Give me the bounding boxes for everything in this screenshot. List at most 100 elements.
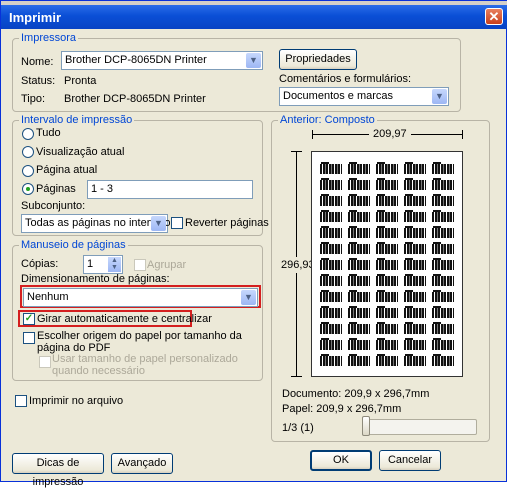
preview-label-cell [376,274,398,286]
preview-label-cell [376,162,398,174]
preview-label-cell [320,274,342,286]
paper-source-checkbox[interactable] [23,332,35,344]
pages-input[interactable]: 1 - 3 [87,180,253,199]
subset-value: Todas as páginas no intervalo [25,217,171,229]
printer-legend: Impressora [19,32,79,44]
radio-pages-label[interactable]: Páginas [36,183,76,195]
preview-label-cell [348,306,370,318]
page-slider-thumb[interactable] [362,416,370,436]
paper-size: Papel: 209,9 x 296,7mm [282,403,402,415]
preview-label-cell [404,322,426,334]
scaling-value: Nenhum [27,291,69,303]
cancel-button[interactable]: Cancelar [379,450,441,471]
copies-stepper[interactable]: 1 ▲ ▼ [83,255,123,274]
preview-label-cell [348,210,370,222]
height-arrow-top [291,151,302,152]
preview-label-cell [376,226,398,238]
auto-rotate-label[interactable]: Girar automaticamente e centralizar [37,313,212,325]
preview-label-cell [320,194,342,206]
preview-label-cell [320,290,342,302]
custom-size-label[interactable]: Usar tamanho de papel personalizado quan… [52,353,262,377]
collate-checkbox[interactable] [134,259,146,271]
preview-label-cell [376,194,398,206]
preview-label-cell [404,242,426,254]
preview-label-cell [348,322,370,334]
print-to-file-checkbox[interactable] [15,395,27,407]
scaling-label: Dimensionamento de páginas: [21,273,170,285]
radio-current-view[interactable] [22,146,34,158]
height-arrow-bottom [291,376,302,377]
close-button[interactable]: ✕ [485,8,503,25]
printer-name-select[interactable]: Brother DCP-8065DN Printer ▼ [61,51,263,70]
scaling-select[interactable]: Nenhum ▼ [23,288,258,307]
subset-label: Subconjunto: [21,200,86,212]
preview-page [311,151,463,377]
page-slider[interactable] [363,419,477,435]
reverse-pages-checkbox[interactable] [171,217,183,229]
title-bar[interactable]: Imprimir ✕ [1,5,507,29]
advanced-button[interactable]: Avançado [111,453,173,474]
preview-label-cell [404,178,426,190]
radio-all-label[interactable]: Tudo [36,127,61,139]
chevron-down-icon: ▼ [241,290,256,305]
copies-label: Cópias: [21,258,59,270]
width-arrow-right [462,130,463,139]
preview-label-cell [320,178,342,190]
preview-label-cell [348,354,370,366]
preview-label-cell [348,274,370,286]
paper-source-label[interactable]: Escolher origem do papel por tamanho da … [37,330,261,354]
document-size: Documento: 209,9 x 296,7mm [282,388,430,400]
preview-label-cell [376,354,398,366]
preview-label-cell [432,242,454,254]
preview-label-cell [404,210,426,222]
preview-label-cell [432,338,454,350]
preview-label-cell [404,274,426,286]
radio-pages[interactable] [22,183,34,195]
properties-button[interactable]: Propriedades [279,49,357,70]
radio-all[interactable] [22,128,34,140]
printer-name-value: Brother DCP-8065DN Printer [65,54,207,66]
preview-label-cell [348,290,370,302]
comments-select[interactable]: Documentos e marcas ▼ [279,87,449,106]
subset-select[interactable]: Todas as páginas no intervalo ▼ [21,214,171,233]
reverse-pages-label[interactable]: Reverter páginas [185,217,269,229]
comments-value: Documentos e marcas [283,90,394,102]
preview-label-cell [432,162,454,174]
preview-label-cell [348,242,370,254]
printer-status-label: Status: [21,75,56,87]
preview-label-cell [320,242,342,254]
custom-size-checkbox[interactable] [39,356,51,368]
print-tips-button[interactable]: Dicas de impressão [12,453,104,488]
preview-label-cell [432,258,454,270]
preview-label-cell [320,210,342,222]
preview-label-cell [320,306,342,318]
preview-label-cell [348,178,370,190]
collate-label[interactable]: Agrupar [147,259,186,271]
comments-label: Comentários e formulários: [279,73,412,85]
preview-label-cell [348,194,370,206]
preview-label-cell [320,226,342,238]
radio-current-view-label[interactable]: Visualização atual [36,146,124,158]
preview-height: 296,93 [281,257,315,273]
preview-label-cell [376,242,398,254]
preview-label-cell [404,306,426,318]
preview-label-cell [404,290,426,302]
preview-label-cell [348,258,370,270]
stepper-arrows-icon[interactable]: ▲ ▼ [108,257,121,272]
chevron-down-icon: ▼ [246,53,261,68]
preview-label-cell [348,226,370,238]
auto-rotate-checkbox[interactable]: ✓ [23,313,35,325]
preview-label-cell [376,322,398,334]
print-to-file-label[interactable]: Imprimir no arquivo [29,395,123,407]
preview-label-cell [404,162,426,174]
preview-label-cell [320,322,342,334]
ok-button[interactable]: OK [310,450,372,471]
print-dialog: Imprimir ✕ Impressora Nome: Brother DCP-… [0,0,507,488]
radio-current-page[interactable] [22,165,34,177]
preview-label-cell [376,306,398,318]
preview-label-cell [404,354,426,366]
radio-current-page-label[interactable]: Página atual [36,164,97,176]
preview-legend: Anterior: Composto [278,114,377,126]
width-arrow-left [312,130,313,139]
printer-name-label: Nome: [21,56,54,68]
